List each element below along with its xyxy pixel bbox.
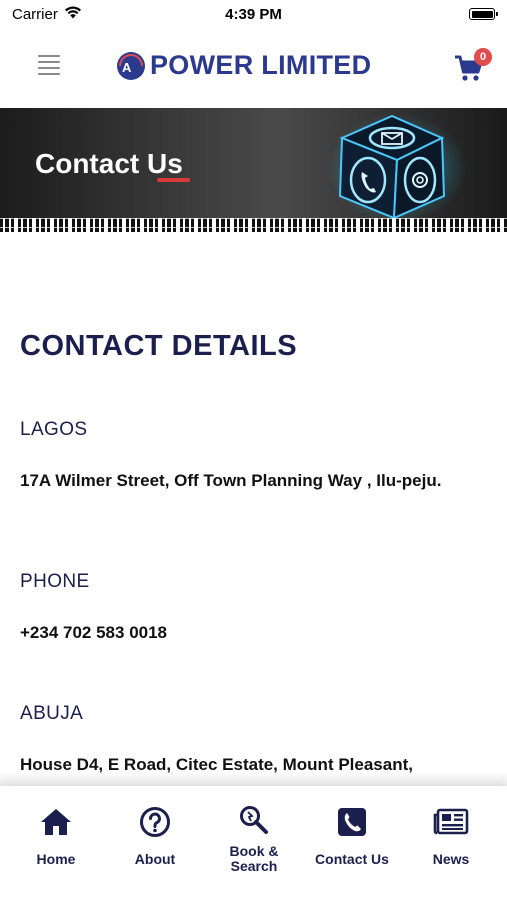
tab-home[interactable]: Home bbox=[6, 804, 106, 867]
bottom-tab-bar: Home About Book & Search Contact Us News bbox=[0, 786, 507, 900]
search-tool-icon bbox=[236, 802, 272, 838]
lagos-label: LAGOS bbox=[20, 419, 88, 440]
cart-count-badge: 0 bbox=[474, 48, 492, 66]
section-title: CONTACT DETAILS bbox=[20, 330, 298, 362]
app-header: A POWER LIMITED 0 bbox=[0, 28, 507, 108]
logo-mark-letter: A bbox=[122, 60, 132, 75]
logo-text: POWER LIMITED bbox=[150, 50, 372, 80]
banner-title: Contact Us bbox=[35, 148, 183, 179]
page-banner: Contact Us bbox=[0, 108, 507, 232]
phone-number-link[interactable]: +234 702 583 0018 bbox=[20, 616, 470, 650]
status-bar: Carrier 4:39 PM bbox=[0, 0, 507, 28]
tab-contact-us-label: Contact Us bbox=[315, 851, 389, 867]
title-underline bbox=[157, 178, 190, 182]
battery-icon bbox=[469, 8, 498, 20]
hamburger-menu-button[interactable] bbox=[38, 55, 60, 75]
tab-book-search-label: Book & Search bbox=[229, 843, 279, 874]
decorative-pattern-strip bbox=[0, 218, 507, 232]
phone-label: PHONE bbox=[20, 571, 90, 592]
tab-about-label: About bbox=[134, 851, 176, 867]
tab-contact-us[interactable]: Contact Us bbox=[302, 804, 402, 867]
tab-news-label: News bbox=[432, 851, 470, 867]
home-icon bbox=[38, 804, 74, 840]
tab-news[interactable]: News bbox=[401, 804, 501, 867]
tab-home-label: Home bbox=[36, 851, 76, 867]
cart-button[interactable]: 0 bbox=[452, 48, 492, 86]
phone-icon bbox=[334, 804, 370, 840]
logo-mark-icon: A bbox=[117, 51, 145, 80]
tab-book-search[interactable]: Book & Search bbox=[204, 802, 304, 874]
lagos-address: 17A Wilmer Street, Off Town Planning Way… bbox=[20, 471, 442, 490]
tab-about[interactable]: About bbox=[105, 804, 205, 867]
newspaper-icon bbox=[433, 804, 469, 840]
status-time: 4:39 PM bbox=[225, 5, 282, 23]
question-circle-icon bbox=[137, 804, 173, 840]
abuja-label: ABUJA bbox=[20, 703, 84, 724]
brand-logo[interactable]: A POWER LIMITED bbox=[116, 50, 371, 81]
contact-cube-icon bbox=[327, 113, 467, 220]
